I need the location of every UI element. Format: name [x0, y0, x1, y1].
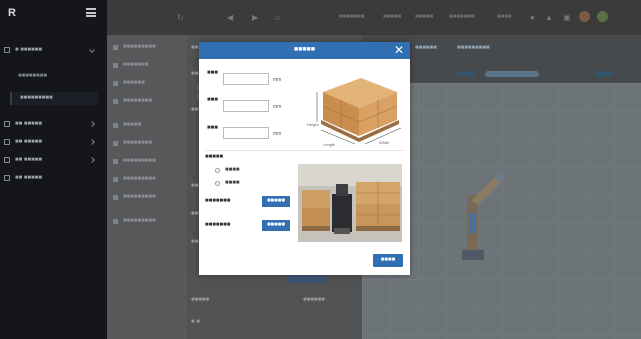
width-input[interactable] [223, 100, 269, 112]
length-unit: mm [273, 77, 282, 83]
length-input[interactable] [223, 73, 269, 85]
close-icon[interactable]: ✕ [394, 43, 404, 58]
dialog-title: ■■■■■ [293, 46, 316, 53]
height-input[interactable] [223, 127, 269, 139]
width-unit: mm [273, 104, 282, 110]
dim-width-label: Width [379, 140, 390, 145]
dim-height-label: Height [307, 122, 319, 127]
upload-label-1: ■■■■■■■ [205, 222, 231, 228]
warehouse-illustration [298, 164, 402, 242]
radio-label-1: ■■■■ [225, 180, 240, 186]
radio-option-0[interactable] [215, 168, 220, 173]
warehouse-photo [298, 164, 402, 242]
upload-label-0: ■■■■■■■ [205, 198, 231, 204]
dim-length-label: Length [323, 142, 336, 147]
length-label: ■■■ [207, 70, 218, 76]
section-label: ■■■■■ [205, 154, 224, 160]
height-label: ■■■ [207, 125, 218, 131]
dimension-dialog: ■■■■■ ✕ ■■■ mm ■■■ mm ■■■ mm Height Leng… [199, 42, 410, 275]
pallet-dimension-diagram [316, 78, 402, 145]
radio-option-1[interactable] [215, 181, 220, 186]
dialog-header: ■■■■■ ✕ [199, 42, 410, 59]
upload-button-1[interactable]: ■■■■■ [262, 220, 290, 231]
upload-button-0[interactable]: ■■■■■ [262, 196, 290, 207]
confirm-button[interactable]: ■■■■ [373, 254, 403, 267]
dialog-divider [205, 150, 404, 151]
width-label: ■■■ [207, 97, 218, 103]
height-unit: mm [273, 131, 282, 137]
radio-label-0: ■■■■ [225, 167, 240, 173]
